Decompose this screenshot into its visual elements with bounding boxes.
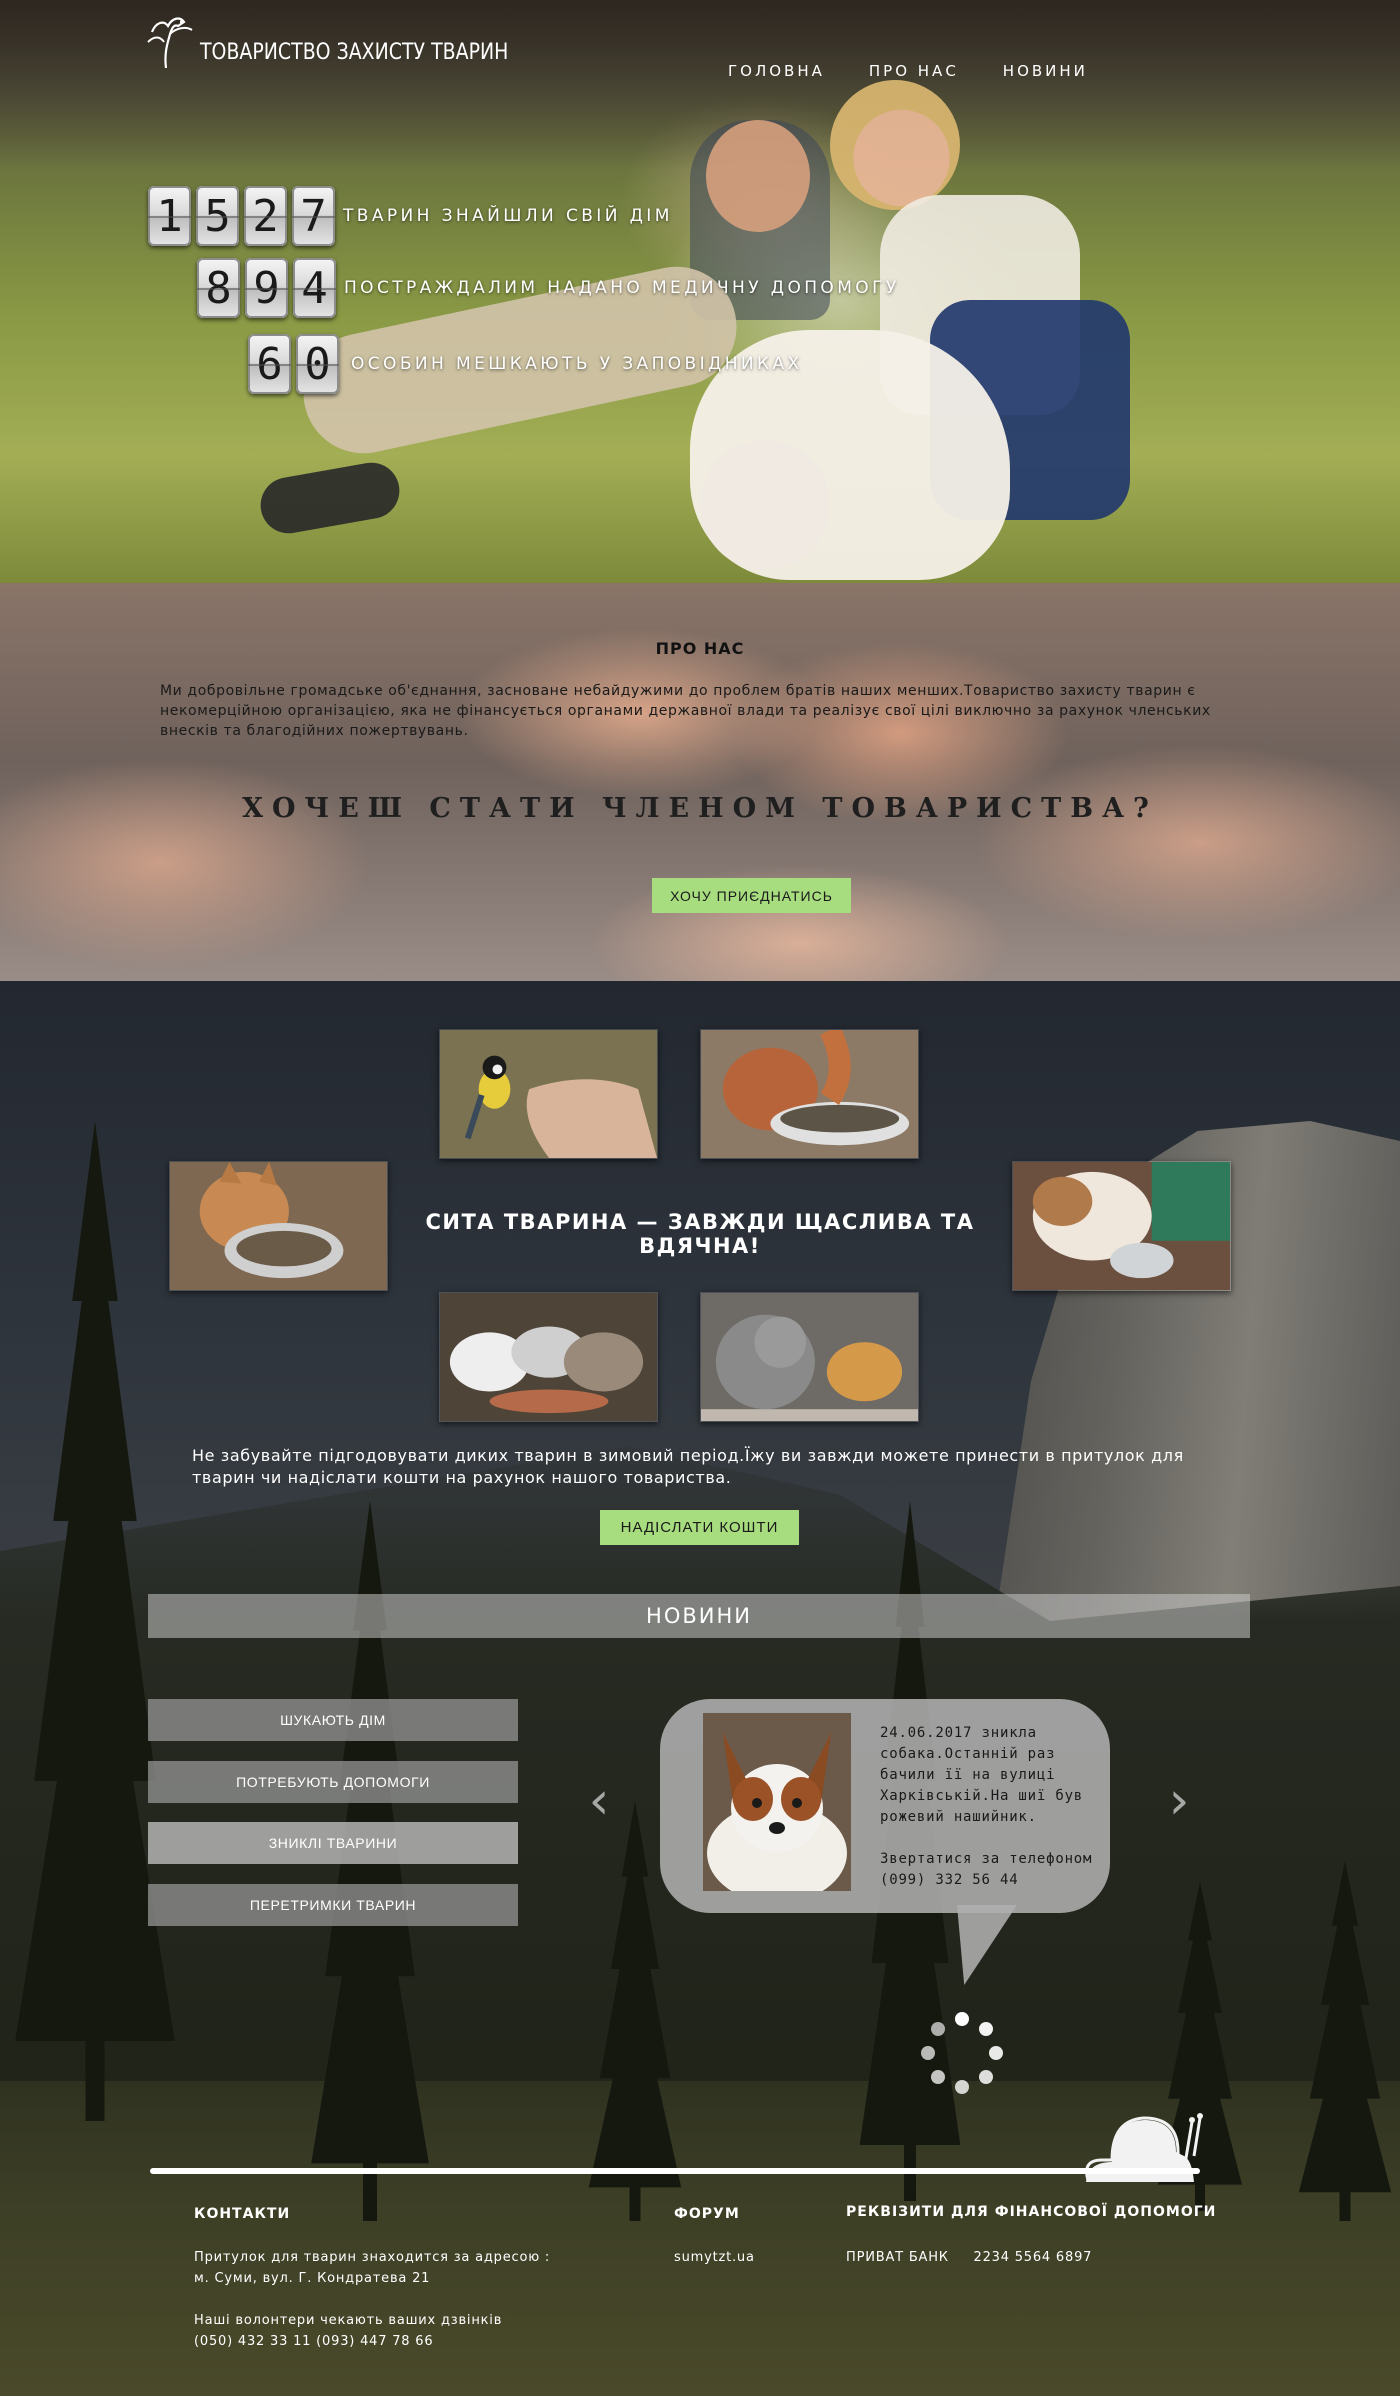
- counter-digits: 6 0: [248, 334, 339, 394]
- news-item-text: 24.06.2017 зникла собака.Останній раз ба…: [880, 1725, 1093, 1888]
- feeding-title: СИТА ТВАРИНА — ЗАВЖДИ ЩАСЛИВА ТА ВДЯЧНА!: [425, 1210, 975, 1258]
- counter-digit: 6: [248, 334, 291, 394]
- main-nav: ГОЛОВНА ПРО НАС НОВИНИ: [728, 62, 1088, 80]
- footer-divider: [150, 2168, 1200, 2174]
- counter-digit: 4: [293, 258, 336, 318]
- footer-contacts-title: КОНТАКТИ: [194, 2206, 291, 2222]
- feeding-news-section: СИТА ТВАРИНА — ЗАВЖДИ ЩАСЛИВА ТА ВДЯЧНА!…: [0, 981, 1400, 2396]
- news-category-lost-animals[interactable]: ЗНИКЛІ ТВАРИНИ: [148, 1822, 518, 1864]
- counter-digit: 9: [245, 258, 288, 318]
- nav-about[interactable]: ПРО НАС: [869, 62, 959, 80]
- counter-digit: 5: [196, 186, 239, 246]
- counter-medical: 8 9 4 ПОСТРАЖДАЛИМ НАДАНО МЕДИЧНУ ДОПОМО…: [197, 258, 900, 318]
- counter-digit: 2: [244, 186, 287, 246]
- join-title: ХОЧЕШ СТАТИ ЧЛЕНОМ ТОВАРИСТВА?: [242, 793, 1158, 824]
- photo-squirrel-feeding[interactable]: [700, 1029, 919, 1159]
- counter-reserves: 6 0 ОСОБИН МЕШКАЮТЬ У ЗАПОВІДНИКАХ: [248, 334, 803, 394]
- nav-home[interactable]: ГОЛОВНА: [728, 62, 825, 80]
- footer-bank-text: ПРИВАТ БАНК 2234 5564 6897: [846, 2250, 1093, 2265]
- counter-label: ТВАРИН ЗНАЙШЛИ СВІЙ ДІМ: [343, 206, 673, 226]
- nav-news[interactable]: НОВИНИ: [1003, 62, 1088, 80]
- counter-digit: 8: [197, 258, 240, 318]
- footer-bank-title: РЕКВІЗИТИ ДЛЯ ФІНАНСОВОЇ ДОПОМОГИ: [846, 2204, 1217, 2220]
- photo-dog-bowl[interactable]: [169, 1161, 388, 1291]
- hero-section: ТОВАРИСТВО ЗАХИСТУ ТВАРИН ГОЛОВНА ПРО НА…: [0, 0, 1400, 583]
- news-category-foster[interactable]: ПЕРЕТРИМКИ ТВАРИН: [148, 1884, 518, 1926]
- chevron-left-icon[interactable]: ‹: [584, 1775, 614, 1827]
- hero-photo-woman-head: [830, 80, 960, 210]
- news-category-looking-home[interactable]: ШУКАЮТЬ ДІМ: [148, 1699, 518, 1741]
- site-logo[interactable]: ТОВАРИСТВО ЗАХИСТУ ТВАРИН: [146, 12, 559, 78]
- send-money-button[interactable]: НАДІСЛАТИ КОШТИ: [600, 1510, 799, 1545]
- photo-puppy-bowl[interactable]: [1012, 1161, 1231, 1291]
- about-text: Ми добровільне громадське об'єднання, за…: [160, 683, 1211, 739]
- hero-photo-dog-head: [700, 440, 830, 570]
- join-button[interactable]: ХОЧУ ПРИЄДНАТИСЬ: [652, 878, 851, 913]
- about-section: ПРО НАС Ми добровільне громадське об'єдн…: [0, 583, 1400, 981]
- counter-digit: 1: [148, 186, 191, 246]
- counter-digits: 1 5 2 7: [148, 186, 335, 246]
- footer-forum-link[interactable]: sumytzt.ua: [674, 2247, 755, 2268]
- counter-label: ОСОБИН МЕШКАЮТЬ У ЗАПОВІДНИКАХ: [351, 354, 803, 374]
- counter-digits: 8 9 4: [197, 258, 336, 318]
- news-title-bar: НОВИНИ: [148, 1594, 1250, 1638]
- counter-homes: 1 5 2 7 ТВАРИН ЗНАЙШЛИ СВІЙ ДІМ: [148, 186, 673, 246]
- news-category-need-help[interactable]: ПОТРЕБУЮТЬ ДОПОМОГИ: [148, 1761, 518, 1803]
- footer-contacts-text: Притулок для тварин знаходится за адресо…: [194, 2250, 551, 2349]
- photo-bird-feeding[interactable]: [439, 1029, 658, 1159]
- logo-text: ТОВАРИСТВО ЗАХИСТУ ТВАРИН: [200, 39, 509, 65]
- counter-digit: 0: [296, 334, 339, 394]
- news-item-photo[interactable]: [703, 1713, 851, 1891]
- photo-kittens-feeding[interactable]: [439, 1292, 658, 1422]
- chevron-right-icon[interactable]: ›: [1164, 1775, 1194, 1827]
- birds-logo-icon: [147, 17, 193, 69]
- hero-photo-man-head: [706, 120, 810, 232]
- feeding-text: Не забувайте підгодовувати диких тварин …: [192, 1446, 1184, 1487]
- footer-forum-title: ФОРУМ: [674, 2206, 740, 2222]
- loading-spinner-icon: [921, 2012, 1003, 2094]
- counter-label: ПОСТРАЖДАЛИМ НАДАНО МЕДИЧНУ ДОПОМОГУ: [344, 278, 900, 298]
- about-title: ПРО НАС: [655, 639, 745, 658]
- counter-digit: 7: [292, 186, 335, 246]
- hero-photo-shoe: [256, 458, 404, 538]
- photo-cats-street[interactable]: [700, 1292, 919, 1422]
